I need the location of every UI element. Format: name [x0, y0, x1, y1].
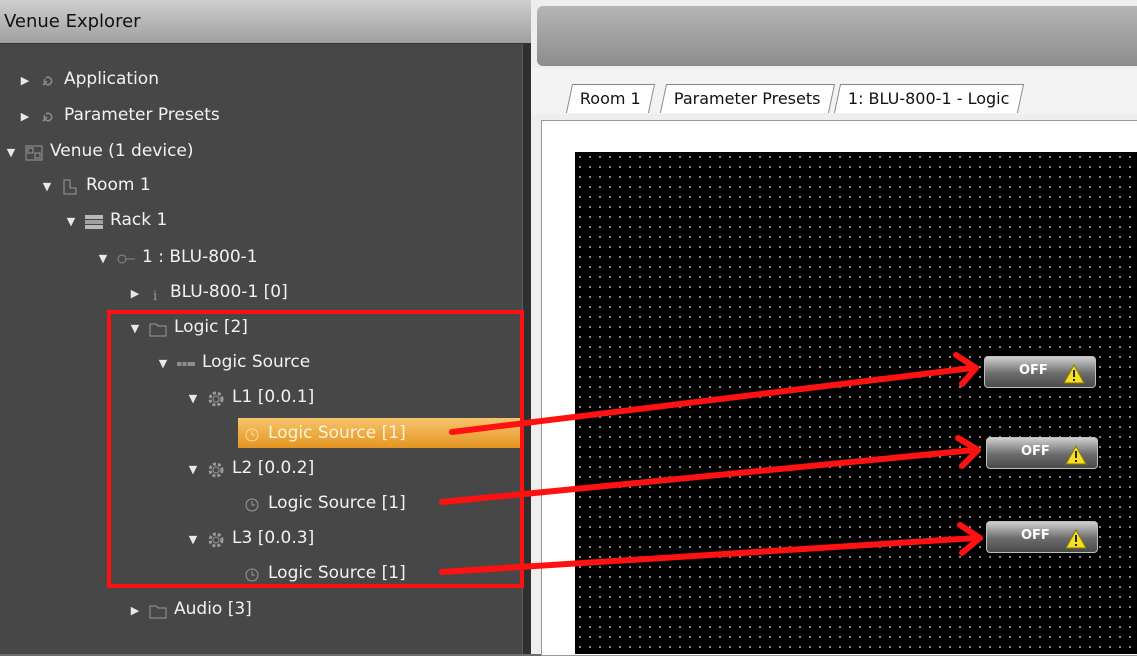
tree-item-label: Logic Source — [202, 352, 311, 372]
tree-item-label: Audio [3] — [174, 599, 252, 619]
tree-item-label: Logic [2] — [174, 317, 248, 337]
collapse-arrow-icon[interactable]: ▼ — [156, 349, 170, 379]
tree-item-label: Logic Source [1] — [268, 563, 406, 583]
tree-item-label: Logic Source [1] — [268, 493, 406, 513]
tree-item-label: Rack 1 — [110, 210, 168, 230]
tree-item-logic-source-group[interactable]: ▼ Logic Source — [156, 347, 310, 377]
tree-item-l2-logic-source[interactable]: Logic Source [1] — [242, 488, 406, 518]
tab-room-1[interactable]: Room 1 — [565, 84, 655, 113]
svg-text:i: i — [153, 289, 157, 303]
expand-arrow-icon[interactable]: ▶ — [18, 102, 32, 132]
rack-icon — [84, 211, 104, 229]
workspace-toolbar — [537, 6, 1137, 66]
expand-arrow-icon[interactable]: ▶ — [18, 66, 32, 96]
collapse-arrow-icon[interactable]: ▼ — [64, 207, 78, 237]
clock-icon — [242, 424, 262, 442]
tree-item-l3-logic-source[interactable]: Logic Source [1] — [242, 558, 406, 588]
clock-icon — [242, 564, 262, 582]
gear-icon — [206, 459, 226, 478]
tree-item-l2[interactable]: ▼ L2 [0.0.2] — [186, 453, 314, 483]
tree-item-venue[interactable]: ▼ Venue (1 device) — [4, 136, 194, 166]
warning-icon — [1065, 529, 1087, 549]
tree-item-rack-1[interactable]: ▼ Rack 1 — [64, 205, 168, 237]
logic-off-button-1[interactable]: OFF — [984, 356, 1096, 388]
component-icon — [176, 353, 196, 371]
tree-item-label: Application — [64, 69, 159, 89]
design-workspace: Room 1 Parameter Presets 1: BLU-800-1 - … — [531, 0, 1137, 656]
warning-icon — [1065, 445, 1087, 465]
tree-item-label: Venue (1 device) — [50, 141, 194, 161]
tree-item-logic[interactable]: ▼ Logic [2] — [128, 312, 248, 342]
tree-item-audio[interactable]: ▶ Audio [3] — [128, 594, 252, 624]
collapse-arrow-icon[interactable]: ▼ — [186, 384, 200, 414]
folder-icon — [148, 600, 168, 619]
device-node-icon — [116, 248, 136, 266]
tree-item-label: Logic Source [1] — [268, 423, 406, 443]
collapse-arrow-icon[interactable]: ▼ — [186, 455, 200, 485]
collapse-arrow-icon[interactable]: ▼ — [4, 138, 18, 168]
tree-item-parameter-presets[interactable]: ▶ Parameter Presets — [18, 100, 220, 130]
gear-icon — [206, 388, 226, 407]
warning-icon — [1063, 364, 1085, 384]
tree-item-label: Room 1 — [86, 175, 151, 195]
collapse-arrow-icon[interactable]: ▼ — [186, 525, 200, 555]
tree-item-label: L3 [0.0.3] — [232, 528, 315, 548]
tab-strip: Room 1 Parameter Presets 1: BLU-800-1 - … — [531, 68, 1137, 114]
expand-arrow-icon[interactable]: ▶ — [128, 279, 142, 309]
gear-icon — [206, 529, 226, 548]
venue-icon — [24, 142, 44, 161]
expand-arrow-icon[interactable]: ▶ — [128, 596, 142, 626]
logic-off-button-2[interactable]: OFF — [986, 437, 1098, 469]
venue-explorer-panel: Venue Explorer ▶ Application ▶ Parameter P… — [0, 0, 532, 654]
logic-off-button-3[interactable]: OFF — [986, 521, 1098, 553]
tree-item-l3[interactable]: ▼ L3 [0.0.3] — [186, 523, 314, 553]
tree-item-l1[interactable]: ▼ L1 [0.0.1] — [186, 382, 314, 412]
tree-item-l1-logic-source[interactable]: Logic Source [1] — [238, 418, 523, 448]
tab-parameter-presets[interactable]: Parameter Presets — [659, 84, 835, 113]
tree-item-device[interactable]: ▼ 1 : BLU-800-1 — [96, 242, 258, 272]
design-canvas[interactable] — [575, 152, 1137, 654]
tree-item-device-info[interactable]: ▶ i BLU-800-1 [0] — [128, 277, 288, 307]
info-icon: i — [148, 283, 164, 304]
tree-item-room-1[interactable]: ▼ Room 1 — [40, 170, 151, 200]
tree-item-label: BLU-800-1 [0] — [170, 282, 288, 302]
clock-icon — [242, 494, 262, 512]
link-icon — [38, 70, 58, 88]
room-icon — [60, 176, 80, 195]
link-icon — [38, 106, 58, 124]
tree-item-label: L2 [0.0.2] — [232, 458, 315, 478]
tree-item-label: L1 [0.0.1] — [232, 387, 315, 407]
folder-icon — [148, 318, 168, 337]
tree-item-label: Parameter Presets — [64, 105, 220, 125]
collapse-arrow-icon[interactable]: ▼ — [128, 314, 142, 344]
tab-blu-800-logic[interactable]: 1: BLU-800-1 - Logic — [833, 84, 1024, 113]
collapse-arrow-icon[interactable]: ▼ — [96, 244, 110, 274]
explorer-title: Venue Explorer — [0, 0, 531, 44]
collapse-arrow-icon[interactable]: ▼ — [40, 172, 54, 202]
tree-item-label: 1 : BLU-800-1 — [142, 247, 258, 267]
tree-item-application[interactable]: ▶ Application — [18, 64, 159, 94]
